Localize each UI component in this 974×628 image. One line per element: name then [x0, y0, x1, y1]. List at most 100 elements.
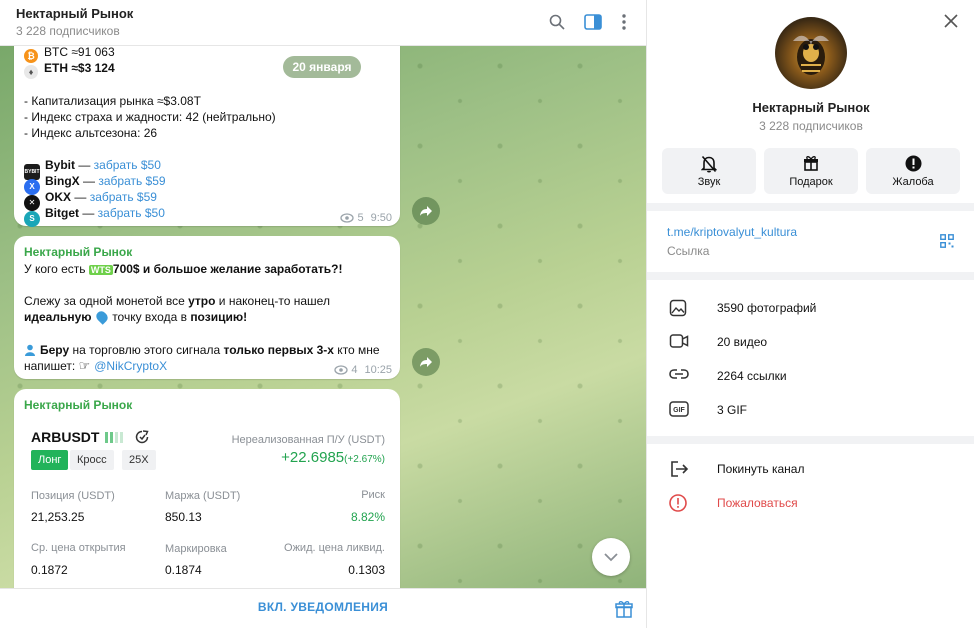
open-price-label: Ср. цена открытия	[31, 542, 126, 554]
views-icon	[334, 365, 348, 375]
chat-header: Нектарный Рынок 3 228 подписчиков	[0, 0, 646, 46]
report-channel-row[interactable]: Пожаловаться	[647, 486, 974, 520]
media-gifs-row[interactable]: GIF 3 GIF	[647, 393, 974, 427]
mark-price-label: Маркировка	[165, 543, 227, 555]
risk-value: 8.82%	[350, 510, 385, 524]
channel-link-caption: Ссылка	[667, 244, 710, 258]
message-author[interactable]: Нектарный Рынок	[24, 244, 132, 260]
pnl-label: Нереализованная П/У (USDT)	[231, 434, 385, 446]
person-icon	[24, 344, 36, 356]
mute-label: Звук	[697, 176, 721, 188]
message-time: 10:25	[364, 364, 392, 376]
market-cap-text: - Капитализация рынка ≈$3.08T	[24, 94, 201, 108]
views-icon	[340, 213, 355, 223]
channel-link[interactable]: t.me/kriptovalyut_kultura	[667, 225, 797, 239]
margin-label: Маржа (USDT)	[165, 490, 241, 502]
share-arrow-icon	[420, 357, 432, 367]
message-meta: 5 9:50	[340, 210, 392, 226]
channel-name: Нектарный Рынок	[752, 100, 870, 115]
fear-greed-text: - Индекс страха и жадности: 42 (нейтраль…	[24, 110, 276, 124]
gift-icon[interactable]	[615, 600, 633, 623]
enable-notifications-button[interactable]: ВКЛ. УВЕДОМЛЕНИЯ	[0, 600, 646, 614]
channel-subscribers: 3 228 подписчиков	[759, 119, 863, 133]
message-text-line: идеальную точку входа в позицию!	[24, 309, 248, 325]
leave-channel-row[interactable]: Покинуть канал	[647, 452, 974, 486]
scroll-down-button[interactable]	[592, 538, 630, 576]
media-videos-row[interactable]: 20 видео	[647, 325, 974, 359]
share-circle-icon	[135, 430, 150, 447]
gift-label: Подарок	[789, 176, 833, 188]
position-value: 21,253.25	[31, 510, 85, 524]
tag-leverage: 25X	[122, 450, 156, 470]
message-text-line: Слежу за одной монетой все утро и наконе…	[24, 294, 330, 308]
divider	[647, 436, 974, 444]
risk-label: Риск	[361, 489, 385, 501]
chat-title[interactable]: Нектарный Рынок	[16, 6, 133, 21]
qr-code-icon[interactable]	[940, 234, 954, 253]
forward-button[interactable]	[412, 197, 440, 225]
trading-pair: ARBUSDT	[31, 429, 150, 447]
position-label: Позиция (USDT)	[31, 490, 115, 502]
more-menu-icon[interactable]	[614, 12, 634, 32]
pnl-value: +22.6985(+2.67%)	[281, 449, 385, 466]
alert-icon	[905, 155, 921, 172]
pin-icon	[94, 309, 110, 325]
video-icon	[669, 334, 689, 348]
channel-info-panel: Нектарный Рынок 3 228 подписчиков Звук П…	[646, 0, 974, 628]
margin-value: 850.13	[165, 510, 202, 524]
media-photos-row[interactable]: 3590 фотографий	[647, 291, 974, 325]
exchange-link[interactable]: забрать $59	[98, 174, 165, 188]
message-time: 9:50	[370, 212, 392, 224]
divider	[647, 203, 974, 211]
username-link[interactable]: @NikCryptoX	[94, 359, 167, 373]
mark-price-value: 0.1874	[165, 563, 202, 577]
exchange-link[interactable]: забрать $59	[90, 190, 157, 204]
report-label: Жалоба	[892, 176, 934, 188]
telegram-window: Нектарный Рынок 3 228 подписчиков 20 янв…	[0, 0, 974, 628]
message-text-line: напишет: ☞ @NikCryptoX	[24, 358, 168, 373]
eth-line: ♦ ETH ≈$3 124	[24, 60, 115, 79]
message-author[interactable]: Нектарный Рынок	[24, 397, 132, 413]
usdt-badge: WTS	[88, 265, 113, 275]
message-bubble[interactable]: Нектарный Рынок ARBUSDT Лонг Кросс 25X Н…	[14, 389, 400, 599]
gift-button[interactable]: Подарок	[764, 148, 858, 194]
share-arrow-icon	[420, 206, 432, 216]
channel-avatar[interactable]	[775, 17, 847, 89]
gif-icon: GIF	[669, 401, 689, 417]
photo-icon	[669, 299, 687, 317]
mute-button[interactable]: Звук	[662, 148, 756, 194]
liq-price-label: Ожид. цена ликвид.	[284, 542, 385, 554]
altseason-text: - Индекс альтсезона: 26	[24, 126, 158, 140]
signal-bars-icon	[105, 430, 125, 446]
exchange-row: S Bitget — забрать $50	[24, 205, 165, 227]
media-links-row[interactable]: 2264 ссылки	[647, 359, 974, 393]
chat-subscribers: 3 228 подписчиков	[16, 24, 120, 38]
message-text-line: Беру на торговлю этого сигнала только пе…	[24, 342, 380, 358]
report-button[interactable]: Жалоба	[866, 148, 960, 194]
views-count: 4	[351, 364, 358, 376]
gift-icon	[804, 156, 818, 171]
message-bubble[interactable]: Нектарный Рынок У кого есть WTS 700$ и бо…	[14, 236, 400, 379]
exchange-link[interactable]: забрать $50	[98, 206, 165, 220]
ethereum-icon: ♦	[24, 65, 38, 79]
tag-long: Лонг	[31, 450, 69, 470]
svg-text:GIF: GIF	[673, 407, 685, 414]
open-price-value: 0.1872	[31, 563, 68, 577]
leave-icon	[671, 461, 689, 477]
divider	[647, 272, 974, 280]
message-text-line: У кого есть WTS 700$ и большое желание за…	[24, 262, 343, 276]
bell-off-icon	[701, 155, 717, 173]
close-icon[interactable]	[942, 12, 960, 30]
message-meta: 4 10:25	[334, 362, 392, 378]
pointing-hand-icon: ☞	[78, 358, 91, 373]
date-separator: 20 января	[283, 56, 361, 78]
forward-button[interactable]	[412, 348, 440, 376]
search-icon[interactable]	[547, 12, 567, 32]
tag-cross: Кросс	[70, 450, 114, 470]
sidebar-toggle-icon[interactable]	[583, 12, 603, 32]
bitget-icon: S	[24, 211, 40, 227]
liq-price-value: 0.1303	[348, 563, 385, 577]
exchange-link[interactable]: забрать $50	[94, 158, 161, 172]
chat-panel: Нектарный Рынок 3 228 подписчиков 20 янв…	[0, 0, 646, 628]
warning-circle-icon	[669, 494, 687, 512]
